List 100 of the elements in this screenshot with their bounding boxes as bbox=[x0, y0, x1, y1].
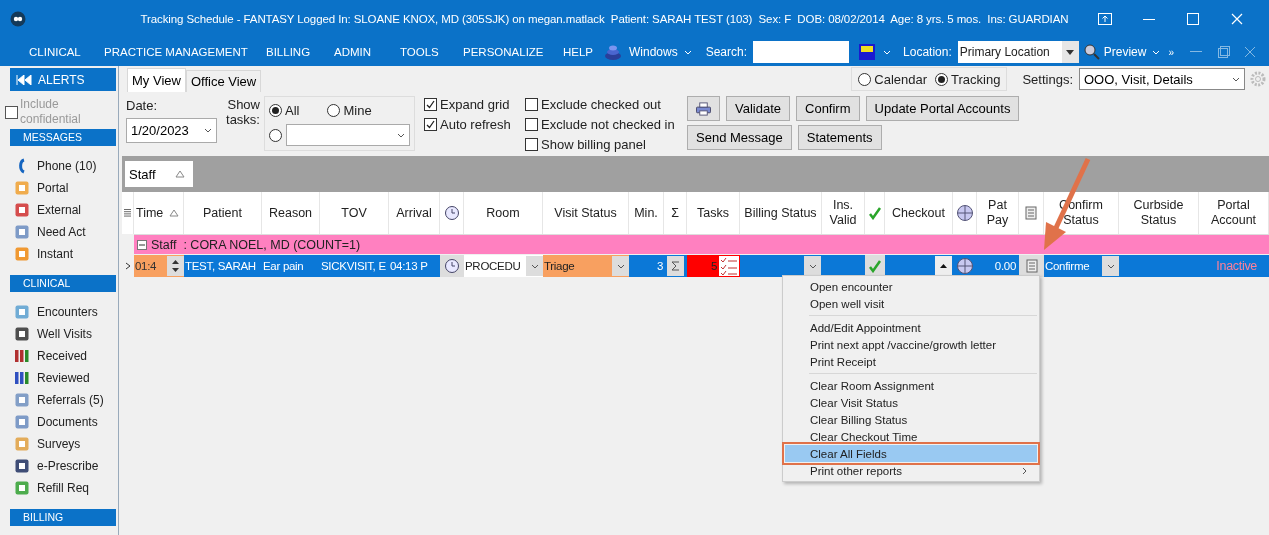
column-header[interactable]: Checkout bbox=[892, 205, 945, 221]
alerts-button[interactable]: ALERTS bbox=[10, 68, 116, 91]
sidebar-item[interactable]: Received bbox=[14, 345, 118, 367]
column-header[interactable]: TOV bbox=[341, 205, 367, 221]
column-header[interactable]: Tasks bbox=[697, 205, 729, 221]
column-header[interactable]: Room bbox=[486, 205, 520, 221]
sidebar-item[interactable]: Referrals (5) bbox=[14, 389, 118, 411]
sidebar-item[interactable]: Instant bbox=[14, 243, 118, 265]
menu-item[interactable]: HELP bbox=[563, 46, 603, 58]
sidebar-item[interactable]: Documents bbox=[14, 411, 118, 433]
sidebar-item[interactable]: Encounters bbox=[14, 301, 118, 323]
table-cell-text: TEST, SARAH bbox=[184, 259, 257, 274]
menu-item[interactable]: Print other reports bbox=[785, 462, 1037, 479]
menu-item[interactable]: CLINICAL bbox=[29, 46, 104, 58]
preview-menu[interactable]: Preview bbox=[1103, 45, 1147, 59]
caret-icon bbox=[397, 132, 405, 138]
radio-button[interactable] bbox=[269, 104, 282, 117]
menu-item[interactable]: Add/Edit Appointment bbox=[785, 319, 1037, 336]
checkbox[interactable] bbox=[424, 117, 437, 131]
menu-item[interactable]: Clear Billing Status bbox=[785, 411, 1037, 428]
group-by-chip[interactable]: Staff bbox=[125, 161, 193, 187]
overflow-chevron[interactable]: » bbox=[1168, 46, 1174, 58]
column-header[interactable]: Patient bbox=[203, 205, 242, 221]
sidebar-item[interactable]: Reviewed bbox=[14, 367, 118, 389]
date-field[interactable]: 1/20/2023 bbox=[126, 118, 217, 143]
checkbox-label: Exclude checked out bbox=[541, 96, 661, 112]
menu-item[interactable]: Clear Visit Status bbox=[785, 394, 1037, 411]
sidebar-item[interactable]: e-Prescribe bbox=[14, 455, 118, 477]
action-button[interactable]: Statements bbox=[797, 125, 882, 150]
radio-button[interactable] bbox=[935, 72, 949, 86]
caret-icon bbox=[1232, 76, 1240, 82]
sidebar-item[interactable]: Surveys bbox=[14, 433, 118, 455]
caret-icon bbox=[616, 263, 625, 269]
sum-button[interactable] bbox=[667, 256, 684, 276]
sidebar-item[interactable]: Well Visits bbox=[14, 323, 118, 345]
globe-icon bbox=[957, 258, 973, 274]
menu-item[interactable]: TOOLS bbox=[400, 46, 463, 58]
menu-item[interactable]: PERSONALIZE bbox=[463, 46, 563, 58]
radio-button[interactable] bbox=[269, 128, 282, 142]
location-select[interactable]: Primary Location bbox=[957, 41, 1062, 63]
triangle-down-icon bbox=[1066, 49, 1075, 55]
restore-icon bbox=[1218, 46, 1230, 58]
caret-icon bbox=[883, 49, 892, 55]
clock-icon bbox=[443, 205, 460, 221]
menu-item[interactable]: BILLING bbox=[266, 46, 334, 58]
column-header[interactable]: Billing Status bbox=[744, 205, 817, 221]
check-icon bbox=[425, 118, 436, 130]
column-header[interactable]: Min. bbox=[634, 205, 658, 221]
action-button[interactable]: Confirm bbox=[796, 96, 860, 121]
menu-item[interactable]: Print Receipt bbox=[785, 353, 1037, 370]
menu-item[interactable]: Clear All Fields bbox=[785, 445, 1037, 462]
action-button[interactable]: Validate bbox=[726, 96, 790, 121]
menu-item[interactable]: Open encounter bbox=[785, 278, 1037, 295]
globe-icon bbox=[956, 205, 973, 221]
stacked-disks-icon bbox=[603, 43, 623, 61]
search-field[interactable] bbox=[753, 41, 850, 63]
sidebar-item[interactable]: Refill Req bbox=[14, 477, 118, 499]
windows-menu[interactable]: Windows bbox=[629, 45, 678, 59]
menu-item[interactable]: Clear Room Assignment bbox=[785, 377, 1037, 394]
menu-item[interactable]: Print next appt /vaccine/growth letter bbox=[785, 336, 1037, 353]
column-header[interactable]: Visit Status bbox=[554, 205, 617, 221]
test-tubes-icon bbox=[14, 348, 30, 364]
column-header[interactable]: Reason bbox=[268, 205, 313, 221]
column-header[interactable]: Time bbox=[136, 205, 164, 221]
spinner-button[interactable] bbox=[167, 256, 184, 276]
checkbox[interactable] bbox=[525, 97, 538, 111]
table-row[interactable]: 01:4 TEST, SARAH Ear pain SICKVISIT, E 04:13 P PROCEDU Triage 3 5 0.00 Confirme Inactive bbox=[122, 255, 1269, 277]
section-header: BILLING bbox=[10, 509, 116, 526]
tab[interactable]: Office View bbox=[185, 70, 262, 92]
settings-select[interactable]: OOO, Visit, Details bbox=[1079, 68, 1245, 90]
radio-button[interactable] bbox=[858, 72, 872, 86]
tab[interactable]: My View bbox=[127, 68, 186, 92]
checkbox-label: Expand grid bbox=[440, 96, 510, 112]
sidebar-item[interactable]: Portal bbox=[14, 177, 118, 199]
action-button[interactable]: Send Message bbox=[687, 125, 792, 150]
table-cell-text: 04:13 P bbox=[389, 259, 429, 274]
column-header[interactable]: Portal Account bbox=[1201, 198, 1266, 228]
checkbox-label: Auto refresh bbox=[440, 116, 511, 132]
column-header[interactable]: Ins. Valid bbox=[824, 198, 862, 228]
column-header[interactable]: Pat Pay bbox=[979, 198, 1016, 228]
spinner-button[interactable] bbox=[935, 256, 952, 276]
column-header[interactable]: Curbside Status bbox=[1121, 198, 1196, 228]
collapse-button[interactable] bbox=[137, 239, 147, 250]
close-icon bbox=[1231, 13, 1243, 25]
menu-item[interactable]: PRACTICE MANAGEMENT bbox=[104, 46, 266, 58]
sidebar-item[interactable]: External bbox=[14, 199, 118, 221]
checkbox[interactable] bbox=[525, 137, 538, 151]
action-button[interactable]: Update Portal Accounts bbox=[865, 96, 1020, 121]
menu-item[interactable]: Clear Checkout Time bbox=[785, 428, 1037, 445]
radio-button[interactable] bbox=[327, 104, 341, 117]
caret-icon bbox=[1106, 263, 1115, 269]
sidebar-item[interactable]: Phone (10) bbox=[14, 155, 118, 177]
checkbox[interactable] bbox=[424, 97, 437, 111]
column-header[interactable]: Σ bbox=[671, 205, 679, 221]
sidebar-item[interactable]: Need Act bbox=[14, 221, 118, 243]
column-header[interactable]: Arrival bbox=[396, 205, 432, 221]
print-button[interactable] bbox=[687, 96, 720, 121]
menu-item[interactable]: Open well visit bbox=[785, 295, 1037, 312]
checkbox[interactable] bbox=[525, 117, 538, 131]
menu-item[interactable]: ADMIN bbox=[334, 46, 400, 58]
